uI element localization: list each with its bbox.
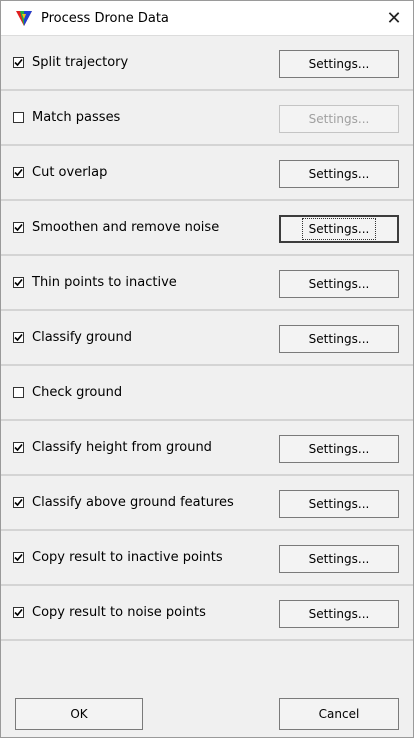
close-icon: ✕ <box>386 7 402 29</box>
title-bar: Process Drone Data ✕ <box>1 1 413 36</box>
steps-list: Split trajectory Settings... Match passes S… <box>1 36 413 641</box>
settings-button-label: Settings... <box>308 332 370 346</box>
close-button[interactable]: ✕ <box>379 3 409 33</box>
step-checkbox[interactable]: Thin points to inactive <box>13 275 177 290</box>
checkbox-unchecked-icon <box>13 112 24 123</box>
step-label: Classify above ground features <box>32 495 234 510</box>
checkbox-checked-icon <box>13 167 24 178</box>
dialog-footer: OK Cancel <box>1 696 413 737</box>
step-row: Smoothen and remove noise Settings... <box>1 201 413 256</box>
checkbox-checked-icon <box>13 57 24 68</box>
settings-button[interactable]: Settings... <box>279 270 399 298</box>
settings-button-label: Settings... <box>308 442 370 456</box>
checkbox-checked-icon <box>13 607 24 618</box>
step-row: Copy result to inactive points Settings..… <box>1 531 413 586</box>
settings-button-label: Settings... <box>308 497 370 511</box>
step-row: Match passes Settings... <box>1 91 413 146</box>
step-checkbox[interactable]: Split trajectory <box>13 55 128 70</box>
step-row: Cut overlap Settings... <box>1 146 413 201</box>
step-label: Classify ground <box>32 330 132 345</box>
settings-button-label: Settings... <box>301 218 377 240</box>
step-checkbox[interactable]: Copy result to inactive points <box>13 550 223 565</box>
step-row: Classify above ground features Settings..… <box>1 476 413 531</box>
checkbox-unchecked-icon <box>13 387 24 398</box>
settings-button[interactable]: Settings... <box>279 325 399 353</box>
step-label: Match passes <box>32 110 121 125</box>
step-label: Check ground <box>32 385 123 400</box>
settings-button[interactable]: Settings... <box>279 490 399 518</box>
settings-button[interactable]: Settings... <box>279 215 399 243</box>
settings-button[interactable]: Settings... <box>279 435 399 463</box>
settings-button[interactable]: Settings... <box>279 50 399 78</box>
step-checkbox[interactable]: Smoothen and remove noise <box>13 220 219 235</box>
step-label: Thin points to inactive <box>32 275 177 290</box>
app-logo-icon <box>16 11 32 26</box>
step-checkbox[interactable]: Copy result to noise points <box>13 605 206 620</box>
step-row: Classify ground Settings... <box>1 311 413 366</box>
settings-button-label: Settings... <box>308 277 370 291</box>
step-row: Copy result to noise points Settings... <box>1 586 413 641</box>
window-title: Process Drone Data <box>41 10 169 26</box>
ok-button[interactable]: OK <box>15 698 143 730</box>
step-label: Split trajectory <box>32 55 129 70</box>
checkbox-checked-icon <box>13 332 24 343</box>
checkbox-checked-icon <box>13 442 24 453</box>
step-label: Smoothen and remove noise <box>32 220 220 235</box>
step-checkbox[interactable]: Classify above ground features <box>13 495 234 510</box>
settings-button-label: Settings... <box>308 607 370 621</box>
settings-button[interactable]: Settings... <box>279 600 399 628</box>
step-label: Cut overlap <box>32 165 108 180</box>
step-row: Classify height from ground Settings... <box>1 421 413 476</box>
step-row: Thin points to inactive Settings... <box>1 256 413 311</box>
step-checkbox[interactable]: Classify ground <box>13 330 132 345</box>
process-drone-data-dialog: Process Drone Data ✕ Split trajectory Set… <box>0 0 414 738</box>
settings-button-label: Settings... <box>308 112 370 126</box>
checkbox-checked-icon <box>13 552 24 563</box>
settings-button: Settings... <box>279 105 399 133</box>
settings-button-label: Settings... <box>308 57 370 71</box>
cancel-button[interactable]: Cancel <box>279 698 399 730</box>
step-checkbox[interactable]: Classify height from ground <box>13 440 212 455</box>
step-checkbox[interactable]: Match passes <box>13 110 120 125</box>
settings-button-label: Settings... <box>308 167 370 181</box>
settings-button-label: Settings... <box>308 552 370 566</box>
settings-button[interactable]: Settings... <box>279 545 399 573</box>
checkbox-checked-icon <box>13 497 24 508</box>
ok-button-label: OK <box>70 707 88 721</box>
step-checkbox[interactable]: Cut overlap <box>13 165 107 180</box>
step-label: Copy result to inactive points <box>32 550 223 565</box>
step-checkbox[interactable]: Check ground <box>13 385 122 400</box>
settings-button[interactable]: Settings... <box>279 160 399 188</box>
checkbox-checked-icon <box>13 277 24 288</box>
step-label: Classify height from ground <box>32 440 212 455</box>
step-row: Check ground <box>1 366 413 421</box>
step-label: Copy result to noise points <box>32 605 206 620</box>
cancel-button-label: Cancel <box>318 707 360 721</box>
step-row: Split trajectory Settings... <box>1 36 413 91</box>
checkbox-checked-icon <box>13 222 24 233</box>
